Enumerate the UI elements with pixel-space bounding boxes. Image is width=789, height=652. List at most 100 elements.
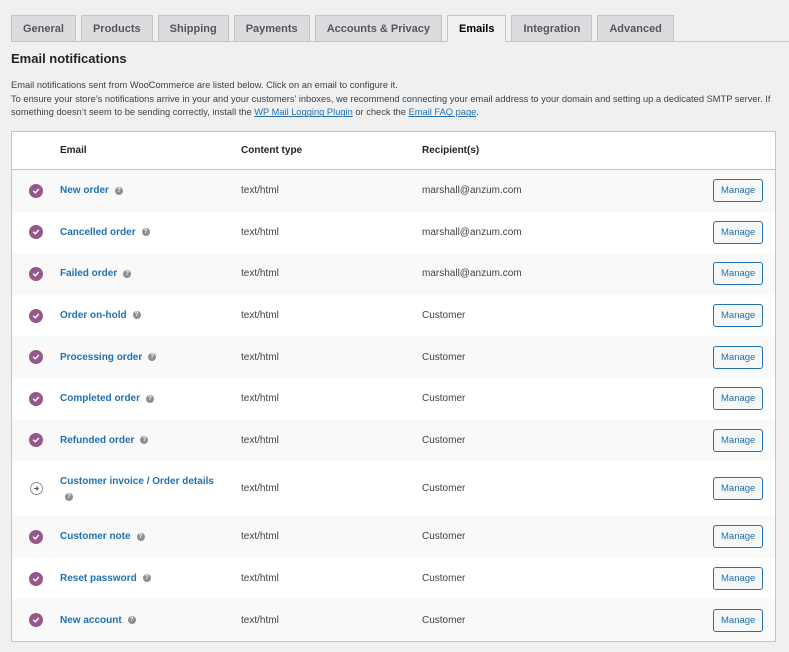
enabled-check-icon <box>29 183 43 198</box>
recipient-cell: marshall@anzum.com <box>422 268 522 280</box>
status-cell <box>12 529 60 544</box>
table-row: New account? text/html Customer Manage <box>12 599 775 641</box>
help-tip-icon[interactable]: ? <box>148 353 157 362</box>
recipient-cell: Customer <box>422 573 466 585</box>
enabled-check-icon <box>29 433 43 448</box>
email-name-link[interactable]: Failed order <box>60 268 117 279</box>
manage-button[interactable]: Manage <box>713 345 764 369</box>
enabled-check-icon <box>29 225 43 240</box>
manage-button[interactable]: Manage <box>713 477 764 501</box>
content-type-cell: text/html <box>241 393 279 405</box>
recipient-cell: Customer <box>422 531 466 543</box>
status-cell <box>12 225 60 240</box>
action-cell: Manage <box>713 387 775 411</box>
status-cell <box>12 571 60 586</box>
recipient-cell: Customer <box>422 393 466 405</box>
email-name-link[interactable]: Order on-hold <box>60 310 127 321</box>
enabled-check-icon <box>29 613 43 628</box>
email-name-link[interactable]: Processing order <box>60 352 142 363</box>
table-row: Failed order? text/html marshall@anzum.c… <box>12 253 775 295</box>
email-name-link[interactable]: Reset password <box>60 573 137 584</box>
help-tip-icon[interactable]: ? <box>140 436 149 445</box>
tab-emails[interactable]: Emails <box>447 15 507 42</box>
table-row: Processing order? text/html Customer Man… <box>12 336 775 378</box>
content-type-cell: text/html <box>241 226 279 238</box>
manage-button[interactable]: Manage <box>713 525 764 549</box>
email-cell: Cancelled order? <box>60 227 241 238</box>
status-cell <box>12 482 60 496</box>
status-cell <box>12 613 60 628</box>
manage-button[interactable]: Manage <box>713 179 764 203</box>
email-name-link[interactable]: Refunded order <box>60 435 134 446</box>
intro-text-part: or check the <box>352 107 409 118</box>
manage-button[interactable]: Manage <box>713 387 764 411</box>
email-cell: Refunded order? <box>60 435 241 446</box>
manage-button[interactable]: Manage <box>713 567 764 591</box>
status-cell <box>12 391 60 406</box>
email-column-header: Email <box>60 145 87 156</box>
email-name-link[interactable]: New account <box>60 615 122 626</box>
tab-integration[interactable]: Integration <box>511 15 593 41</box>
email-name-link[interactable]: Customer invoice / Order details <box>60 476 214 487</box>
tab-accounts-privacy[interactable]: Accounts & Privacy <box>314 15 443 41</box>
email-name-link[interactable]: Cancelled order <box>60 227 136 238</box>
action-cell: Manage <box>713 179 775 203</box>
help-tip-icon[interactable]: ? <box>65 493 73 502</box>
help-tip-icon[interactable]: ? <box>132 311 141 320</box>
tab-products[interactable]: Products <box>80 15 153 41</box>
tab-general[interactable]: General <box>11 15 76 41</box>
intro-text: Email notifications sent from WooCommerc… <box>11 79 781 120</box>
recipients-column-header: Recipient(s) <box>422 145 480 156</box>
wp-mail-logging-link[interactable]: WP Mail Logging Plugin <box>254 107 353 117</box>
content-type-column-header: Content type <box>241 145 303 156</box>
email-cell: Reset password? <box>60 573 241 584</box>
recipient-cell: Customer <box>422 483 466 495</box>
email-name-link[interactable]: Completed order <box>60 393 140 404</box>
enabled-check-icon <box>29 266 43 281</box>
tab-shipping[interactable]: Shipping <box>157 15 229 41</box>
email-cell: New account? <box>60 615 241 626</box>
email-faq-link[interactable]: Email FAQ page <box>409 107 477 117</box>
email-cell: Completed order? <box>60 393 241 404</box>
manage-button[interactable]: Manage <box>713 304 764 328</box>
enabled-check-icon <box>29 350 43 365</box>
recipient-cell: marshall@anzum.com <box>422 226 522 238</box>
table-row: Reset password? text/html Customer Manag… <box>12 558 775 600</box>
enabled-check-icon <box>29 391 43 406</box>
content-type-cell: text/html <box>241 268 279 280</box>
recipient-cell: Customer <box>422 351 466 363</box>
manage-button[interactable]: Manage <box>713 220 764 244</box>
help-tip-icon[interactable]: ? <box>114 186 123 195</box>
intro-line-2: To ensure your store’s notifications arr… <box>11 93 781 120</box>
action-cell: Manage <box>713 345 775 369</box>
manage-button[interactable]: Manage <box>713 262 764 286</box>
manage-button[interactable]: Manage <box>713 608 764 632</box>
help-tip-icon[interactable]: ? <box>127 616 136 624</box>
tab-payments[interactable]: Payments <box>233 15 310 41</box>
content-type-cell: text/html <box>241 185 279 197</box>
content-type-cell: text/html <box>241 483 279 495</box>
action-cell: Manage <box>713 477 775 501</box>
content-type-cell: text/html <box>241 531 279 543</box>
settings-tabs: General Products Shipping Payments Accounts … <box>11 15 789 42</box>
manage-button[interactable]: Manage <box>713 428 764 452</box>
table-row: Customer note? text/html Customer Manage <box>12 516 775 558</box>
content-type-cell: text/html <box>241 614 279 626</box>
help-tip-icon[interactable]: ? <box>123 269 132 278</box>
status-cell <box>12 433 60 448</box>
email-cell: Order on-hold? <box>60 310 241 321</box>
recipient-cell: marshall@anzum.com <box>422 185 522 197</box>
help-tip-icon[interactable]: ? <box>141 228 150 237</box>
content-type-cell: text/html <box>241 573 279 585</box>
action-cell: Manage <box>713 262 775 286</box>
manual-arrow-icon <box>29 482 43 496</box>
help-tip-icon[interactable]: ? <box>136 532 145 541</box>
recipient-cell: Customer <box>422 614 466 626</box>
help-tip-icon[interactable]: ? <box>146 394 155 403</box>
page-title: Email notifications <box>11 51 127 66</box>
email-name-link[interactable]: New order <box>60 185 109 196</box>
action-cell: Manage <box>713 304 775 328</box>
email-name-link[interactable]: Customer note <box>60 531 131 542</box>
tab-advanced[interactable]: Advanced <box>597 15 674 41</box>
help-tip-icon[interactable]: ? <box>142 574 151 583</box>
